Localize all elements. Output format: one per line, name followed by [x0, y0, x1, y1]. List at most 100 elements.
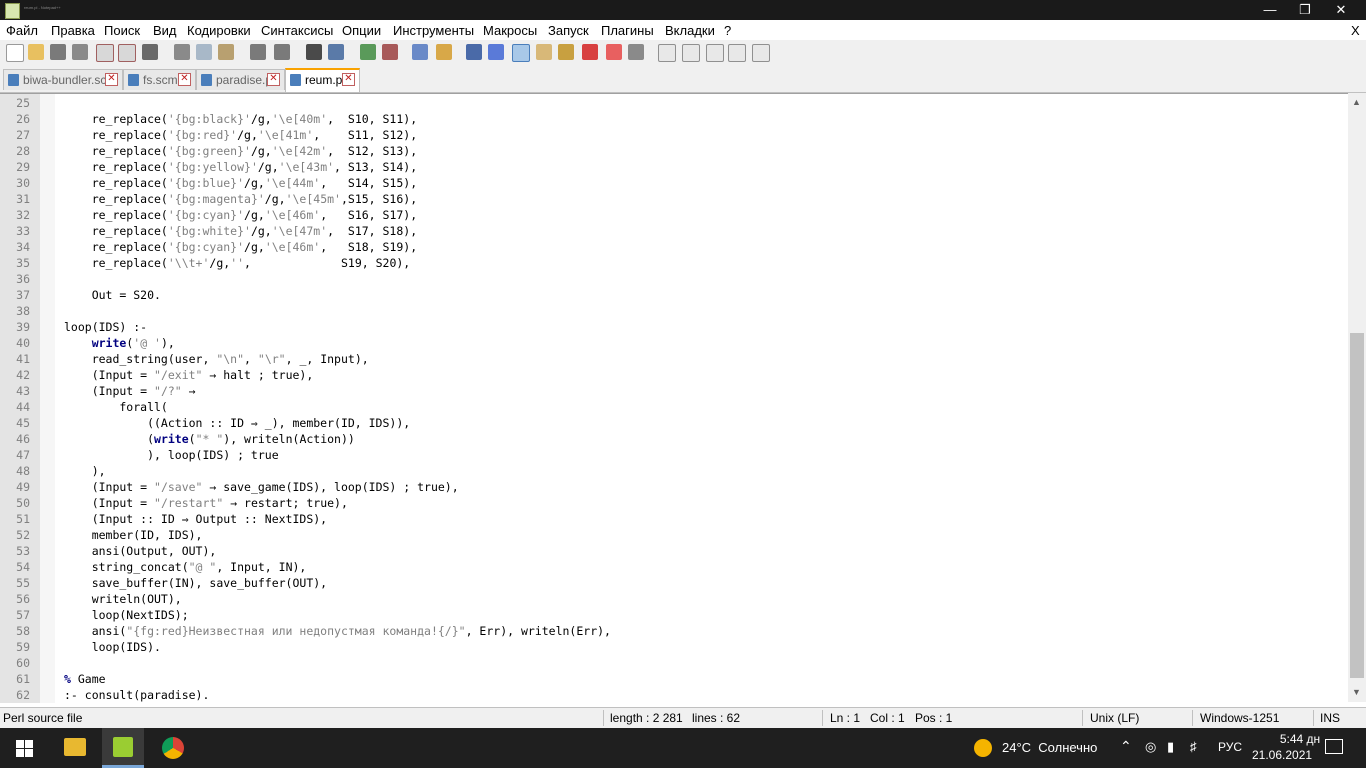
code-line[interactable]: member(ID, IDS),	[64, 527, 203, 543]
folder-workspace-icon[interactable]	[606, 44, 622, 60]
menu-window[interactable]: Вкладки	[665, 23, 715, 38]
find-icon[interactable]	[306, 44, 322, 60]
menu-plugins[interactable]: Плагины	[601, 23, 654, 38]
undo-icon[interactable]	[250, 44, 266, 60]
code-line[interactable]: (write("* "), writeln(Action))	[64, 431, 355, 447]
network-icon[interactable]: ◎	[1145, 739, 1156, 755]
code-line[interactable]: ),	[64, 463, 106, 479]
menu-search[interactable]: Поиск	[104, 23, 140, 38]
scroll-up-icon[interactable]: ▲	[1352, 97, 1361, 107]
code-line[interactable]: (Input :: ID ⇒ Output :: NextIDS),	[64, 511, 327, 527]
copy-icon[interactable]	[196, 44, 212, 60]
code-line[interactable]: (Input = "/save" → save_game(IDS), loop(…	[64, 479, 459, 495]
code-line[interactable]: ansi(Output, OUT),	[64, 543, 217, 559]
menu-encoding[interactable]: Кодировки	[187, 23, 251, 38]
code-line[interactable]: loop(IDS).	[64, 639, 161, 655]
windows-start-icon[interactable]	[16, 740, 33, 757]
close-all-icon[interactable]	[118, 44, 136, 62]
code-line[interactable]: (Input = "/exit" → halt ; true),	[64, 367, 314, 383]
sync-vertical-icon[interactable]	[412, 44, 428, 60]
code-line[interactable]: ansi("{fg:red}Неизвестная или недопустма…	[64, 623, 611, 639]
code-line[interactable]: loop(NextIDS);	[64, 607, 189, 623]
volume-muted-icon[interactable]: ♯	[1190, 739, 1197, 754]
stop-macro-icon[interactable]	[682, 44, 700, 62]
code-line[interactable]: ((Action :: ID ⇒ _), member(ID, IDS)),	[64, 415, 410, 431]
close-window-button[interactable]: ✕	[1324, 0, 1358, 20]
sync-horizontal-icon[interactable]	[436, 44, 452, 60]
udl-icon[interactable]	[536, 44, 552, 60]
file-explorer-icon[interactable]	[64, 738, 86, 756]
tab-biwa-bundler[interactable]: biwa-bundler.scm ✕	[3, 69, 123, 90]
redo-icon[interactable]	[274, 44, 290, 60]
save-macro-icon[interactable]	[752, 44, 770, 62]
weather-text[interactable]: 24°C Солнечно	[1002, 740, 1097, 755]
run-macro-multiple-icon[interactable]	[728, 44, 746, 62]
tab-fs[interactable]: fs.scm ✕	[123, 69, 196, 90]
code-editor[interactable]: 25 26 re_replace('{bg:black}'/g,'\e[40m',…	[0, 93, 1366, 703]
menu-run[interactable]: Запуск	[548, 23, 589, 38]
menu-language[interactable]: Синтаксисы	[261, 23, 333, 38]
monitoring-icon[interactable]	[628, 44, 644, 60]
code-line[interactable]: re_replace('{bg:cyan}'/g,'\e[46m', S18, …	[64, 239, 417, 255]
code-line[interactable]: re_replace('{bg:cyan}'/g,'\e[46m', S16, …	[64, 207, 417, 223]
tab-close-icon[interactable]: ✕	[342, 73, 355, 86]
word-wrap-icon[interactable]	[466, 44, 482, 60]
close-document-x[interactable]: X	[1351, 23, 1360, 38]
code-line[interactable]: re_replace('\\t+'/g,'', S19, S20),	[64, 255, 411, 271]
function-list-icon[interactable]	[582, 44, 598, 60]
code-line[interactable]: read_string(user, "\n", "\r", _, Input),	[64, 351, 369, 367]
zoom-out-icon[interactable]	[382, 44, 398, 60]
menu-edit[interactable]: Правка	[51, 23, 95, 38]
fold-margin[interactable]	[40, 94, 55, 703]
indent-guide-icon[interactable]	[512, 44, 530, 62]
chevron-up-icon[interactable]: ⌃	[1120, 738, 1132, 755]
save-icon[interactable]	[50, 44, 66, 60]
show-all-chars-icon[interactable]	[488, 44, 504, 60]
code-line[interactable]: re_replace('{bg:blue}'/g,'\e[44m', S14, …	[64, 175, 417, 191]
code-line[interactable]: forall(	[64, 399, 167, 415]
cut-icon[interactable]	[174, 44, 190, 60]
notepadpp-taskbar-icon[interactable]	[113, 737, 133, 757]
code-line[interactable]: string_concat("@ ", Input, IN),	[64, 559, 307, 575]
scrollbar-thumb[interactable]	[1350, 333, 1364, 678]
code-line[interactable]: re_replace('{bg:black}'/g,'\e[40m', S10,…	[64, 111, 417, 127]
tab-close-icon[interactable]: ✕	[267, 73, 280, 86]
code-line[interactable]: re_replace('{bg:white}'/g,'\e[47m', S17,…	[64, 223, 417, 239]
tab-close-icon[interactable]: ✕	[178, 73, 191, 86]
open-file-icon[interactable]	[28, 44, 44, 60]
replace-icon[interactable]	[328, 44, 344, 60]
menu-tools[interactable]: Инструменты	[393, 23, 474, 38]
tab-reum[interactable]: reum.pl ✕	[285, 68, 360, 92]
vertical-scrollbar[interactable]: ▲ ▼	[1348, 93, 1366, 702]
code-line[interactable]: % Game	[64, 671, 106, 687]
menu-settings[interactable]: Опции	[342, 23, 381, 38]
zoom-in-icon[interactable]	[360, 44, 376, 60]
code-line[interactable]: :- consult(paradise).	[64, 687, 209, 703]
paste-icon[interactable]	[218, 44, 234, 60]
menu-view[interactable]: Вид	[153, 23, 177, 38]
chrome-icon[interactable]	[162, 737, 184, 759]
battery-icon[interactable]: ▮	[1167, 739, 1174, 755]
minimize-button[interactable]: —	[1253, 0, 1287, 20]
sun-weather-icon[interactable]	[974, 739, 992, 757]
save-all-icon[interactable]	[72, 44, 88, 60]
tab-paradise[interactable]: paradise.pl ✕	[196, 69, 285, 90]
code-line[interactable]: Out = S20.	[64, 287, 161, 303]
record-macro-icon[interactable]	[658, 44, 676, 62]
notifications-icon[interactable]	[1325, 739, 1343, 754]
doc-map-icon[interactable]	[558, 44, 574, 60]
code-line[interactable]: re_replace('{bg:magenta}'/g,'\e[45m',S15…	[64, 191, 417, 207]
maximize-button[interactable]: ❐	[1288, 0, 1322, 20]
new-file-icon[interactable]	[6, 44, 24, 62]
menu-macro[interactable]: Макросы	[483, 23, 537, 38]
language-indicator[interactable]: РУС	[1218, 740, 1242, 754]
scroll-down-icon[interactable]: ▼	[1352, 687, 1361, 697]
code-line[interactable]: ), loop(IDS) ; true	[64, 447, 279, 463]
code-line[interactable]: (Input = "/?" →	[64, 383, 196, 399]
close-icon[interactable]	[96, 44, 114, 62]
code-line[interactable]: writeln(OUT),	[64, 591, 182, 607]
code-line[interactable]: write('@ '),	[64, 335, 175, 351]
print-icon[interactable]	[142, 44, 158, 60]
play-macro-icon[interactable]	[706, 44, 724, 62]
clock-time[interactable]: 5:44 дн	[1270, 732, 1330, 746]
